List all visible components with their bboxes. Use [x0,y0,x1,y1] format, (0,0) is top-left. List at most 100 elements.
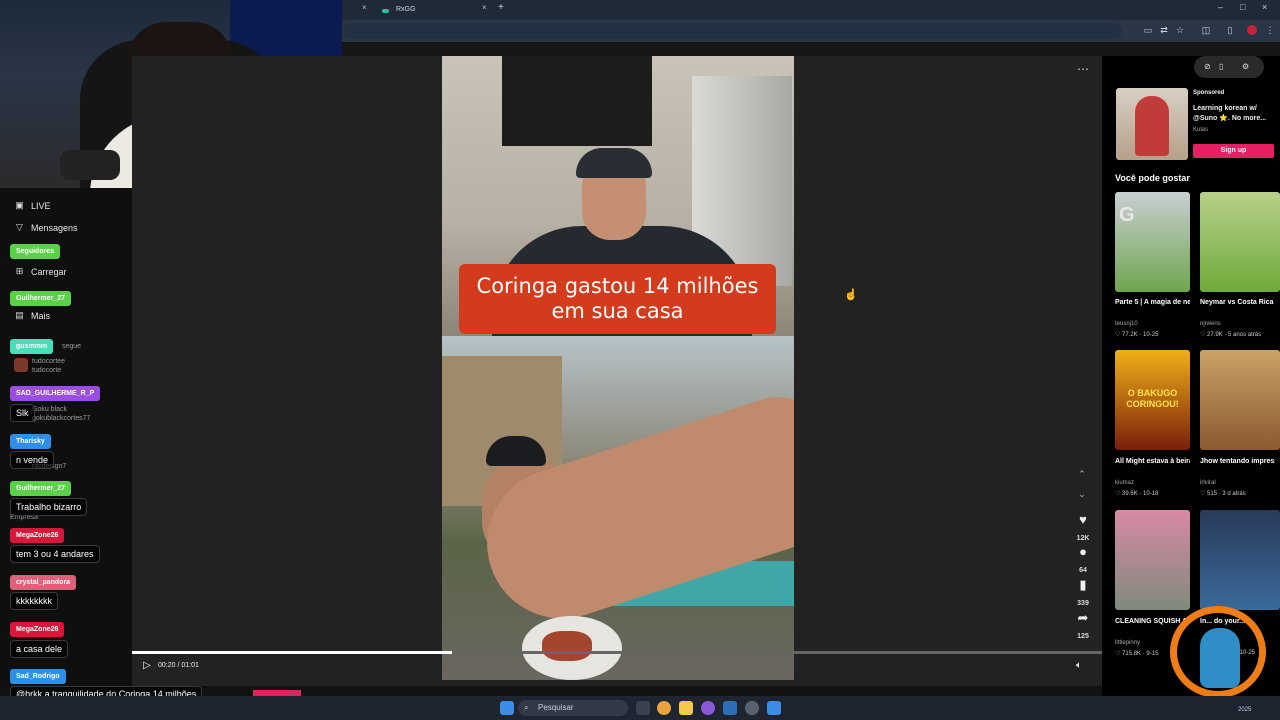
chat-message: n vende [10,451,55,469]
account-handle: gokublackcortes77 [32,415,91,422]
card-thumbnail[interactable]: G [1115,192,1190,292]
share-count: 125 [1077,633,1089,640]
tab-favicon-icon [382,9,389,13]
comment-count: 64 [1079,567,1087,574]
file-explorer-icon[interactable] [679,701,693,715]
new-tab-button[interactable]: + [498,2,504,13]
next-video-icon[interactable]: ⌄ [1076,489,1088,501]
taskbar-clock: 2025 [1238,707,1252,713]
ad-author[interactable]: Kulas [1193,127,1208,133]
live-icon: ▣ [15,200,24,210]
nav-messages-label: Mensagens [31,222,78,233]
chat-username-chip: MegaZone26 [10,528,65,543]
like-button[interactable]: ♥ 12K [1070,512,1096,545]
previous-video-icon[interactable]: ⌃ [1076,469,1088,481]
extensions-icon[interactable]: ◫ [1200,24,1212,36]
card-thumbnail[interactable] [1200,350,1280,450]
comment-button[interactable]: ● 64 [1070,544,1096,577]
nav-item-upload[interactable]: ⊞ Carregar [14,266,67,277]
profile-avatar[interactable] [1247,25,1257,35]
obs-icon[interactable] [745,701,759,715]
chrome-icon[interactable] [657,701,671,715]
chat-username-chip: MegaZone26 [10,622,65,637]
card-author[interactable]: irlviral [1200,480,1216,486]
steam-icon[interactable] [723,701,737,715]
video-caption: Coringa gastou 14 milhões em sua casa [459,264,776,334]
sidepanel-icon[interactable]: ▯ [1224,24,1236,36]
play-icon[interactable]: ▷ [143,660,155,672]
card-title[interactable]: Parte 5 | A magia de neymar no santos. .… [1115,297,1190,308]
card-author[interactable]: littlepinny [1115,640,1140,646]
card-author[interactable]: kiumaz [1115,480,1134,486]
nav-item-more[interactable]: ▤ Mais [14,310,50,321]
browser-tabbar: × RxGG × + – □ × [342,0,1280,20]
settings-icon[interactable]: ⚙ [1242,62,1249,71]
ad-thumbnail-subject [1135,96,1169,156]
card-title[interactable]: All Might estava à beira da morte nas... [1115,456,1190,467]
menu-kebab-icon[interactable]: ⋮ [1264,24,1276,36]
card-title[interactable]: Neymar vs Costa Rica in the 2018... [1200,297,1275,308]
maximize-button[interactable]: □ [1240,2,1245,12]
chat-message: tem 3 ou 4 andares [10,545,100,563]
cast-icon[interactable]: ▭ [1142,24,1154,36]
chat-username-chip: crystal_pandora [10,575,77,590]
following-label: segue [62,343,82,350]
chat-message: Slk [10,404,35,422]
os-taskbar: ⌕ Pesquisar 2025 [0,696,1280,720]
minimize-button[interactable]: – [1218,2,1223,12]
start-menu-icon[interactable] [500,701,514,715]
app-icon[interactable] [767,701,781,715]
card-thumbnail[interactable] [1115,510,1190,610]
thumbnail-text: G [1119,204,1135,226]
close-tab-icon[interactable]: × [482,3,487,12]
block-icon[interactable]: ⊘ [1204,62,1211,71]
task-view-icon[interactable] [636,701,650,715]
video-tv [502,56,652,146]
video-food [542,631,592,661]
card-thumbnail[interactable]: O BAKUGO CORINGOU! [1115,350,1190,450]
account-name[interactable]: Goku black [32,406,67,413]
microphone [60,150,120,180]
ad-title[interactable]: Learning korean w/ @Suno ⭐. No more... [1193,104,1275,124]
taskbar-search[interactable]: ⌕ Pesquisar [518,700,628,716]
like-count: 12K [1076,535,1090,542]
chat-username-chip: gusmmm [10,339,54,354]
video-progress-bar[interactable] [132,651,1102,654]
card-title[interactable]: Jhow tentando impressionar a Sofi... [1200,456,1275,467]
share-icon: ➦ [1077,610,1089,625]
card-thumbnail[interactable] [1200,510,1280,610]
video-progress-fill [132,651,453,654]
account-handle: tudocorte [32,367,62,374]
nav-item-messages[interactable]: ▽ Mensagens [14,222,78,233]
card-stats: ♡ 715.8K · 9-15 [1115,651,1159,657]
volume-icon[interactable]: 🔈︎ [1076,660,1082,671]
nav-more-label: Mais [31,310,51,321]
more-options-icon[interactable]: ⋯ [1076,62,1090,76]
card-stats: ♡ 27.9K · 5 anos atrás [1200,332,1262,338]
card-thumbnail[interactable] [1200,192,1280,292]
video-frame[interactable]: Coringa gastou 14 milhões em sua casa [442,56,794,680]
close-window-button[interactable]: × [1262,2,1267,12]
account-name[interactable]: tudocortee [32,358,65,365]
card-author[interactable]: teusnj10 [1115,321,1138,327]
share-button[interactable]: ➦ 125 [1070,610,1096,643]
save-button[interactable]: ▮ 339 [1070,577,1096,610]
nav-item-live[interactable]: ▣ LIVE [14,200,50,211]
sign-up-button[interactable]: Sign up [1193,144,1274,158]
thumbnail-text: O BAKUGO CORINGOU! [1126,388,1179,409]
tab-label: RxGG [396,6,416,13]
video-person-cap [576,148,652,178]
device-icon[interactable]: ▯ [1219,62,1223,71]
heart-icon: ♥ [1079,512,1087,527]
upload-icon: ⊞ [15,266,24,276]
account-avatar[interactable] [14,358,28,372]
close-tab-icon[interactable]: × [362,3,367,12]
bookmark-star-icon[interactable]: ☆ [1174,24,1186,36]
address-field[interactable] [342,23,1122,39]
card-author[interactable]: njrwens [1200,321,1221,327]
discord-icon[interactable] [701,701,715,715]
chat-message: kkkkkkkk [10,592,58,610]
translate-icon[interactable]: ⇄ [1158,24,1170,36]
chat-message: a casa dele [10,640,69,658]
tab-rxgg[interactable]: RxGG [378,2,496,18]
